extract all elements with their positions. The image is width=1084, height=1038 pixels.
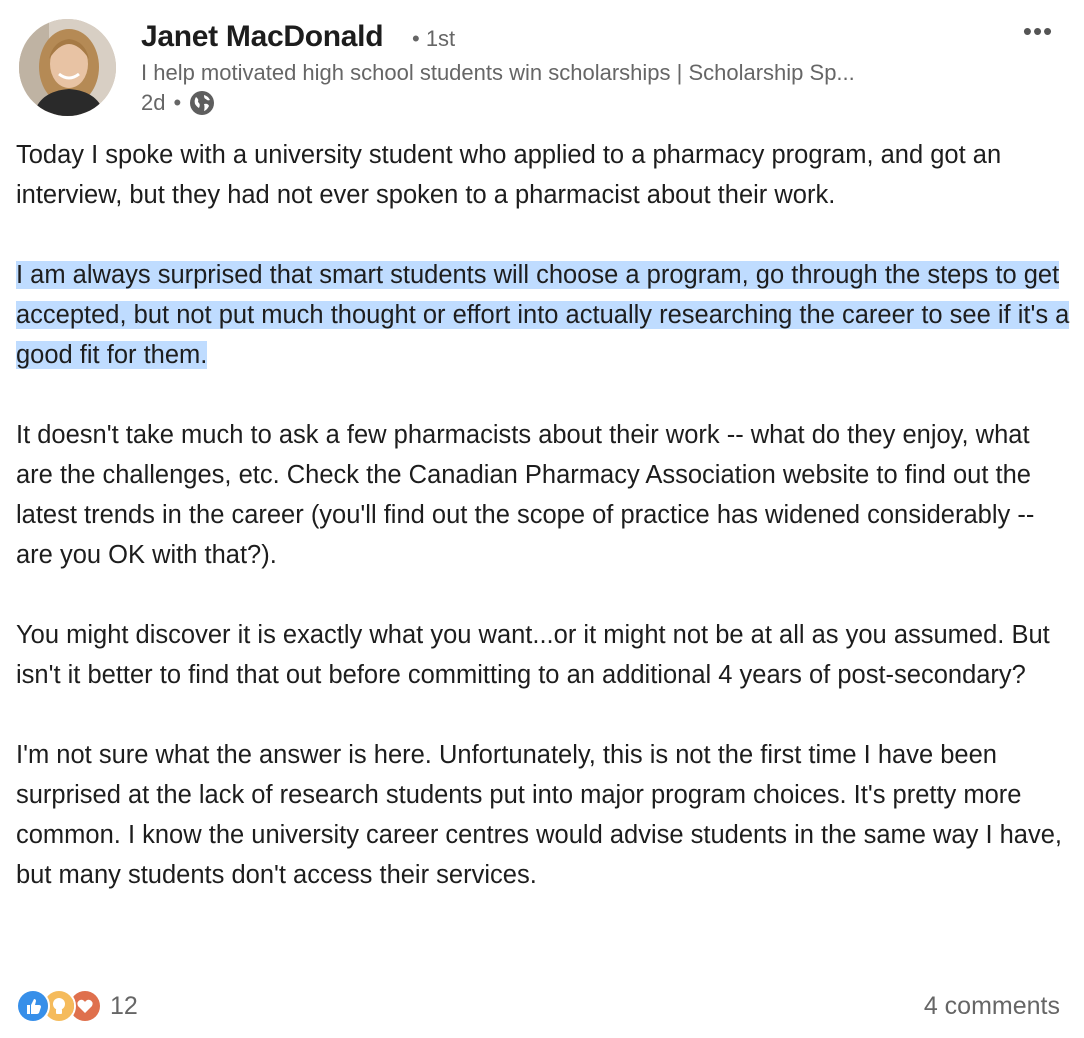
author-avatar[interactable] [19, 19, 116, 116]
post-paragraph-3: It doesn't take much to ask a few pharma… [16, 421, 1035, 569]
post-body: Today I spoke with a university student … [16, 135, 1071, 895]
selected-text: I am always surprised that smart student… [16, 261, 1070, 369]
post-meta: 2d • [141, 88, 215, 118]
reactions-summary[interactable]: 12 [16, 989, 138, 1023]
comments-count-link[interactable]: 4 comments [924, 989, 1060, 1023]
author-headline: I help motivated high school students wi… [141, 60, 855, 85]
post-paragraph-2: I am always surprised that smart student… [16, 255, 1071, 375]
like-icon [16, 989, 50, 1023]
post-paragraph-5: I'm not sure what the answer is here. Un… [16, 741, 1062, 889]
avatar-photo [19, 19, 116, 116]
post-paragraph-4: You might discover it is exactly what yo… [16, 621, 1050, 689]
post-time: 2d [141, 90, 166, 115]
post-paragraph-1: Today I spoke with a university student … [16, 141, 1002, 209]
more-options-button[interactable]: ••• [1018, 16, 1058, 50]
globe-icon [189, 90, 215, 116]
author-name[interactable]: Janet MacDonald [141, 18, 384, 56]
connection-degree: • 1st [412, 26, 456, 51]
meta-separator: • [173, 90, 182, 115]
reaction-count: 12 [110, 992, 138, 1020]
